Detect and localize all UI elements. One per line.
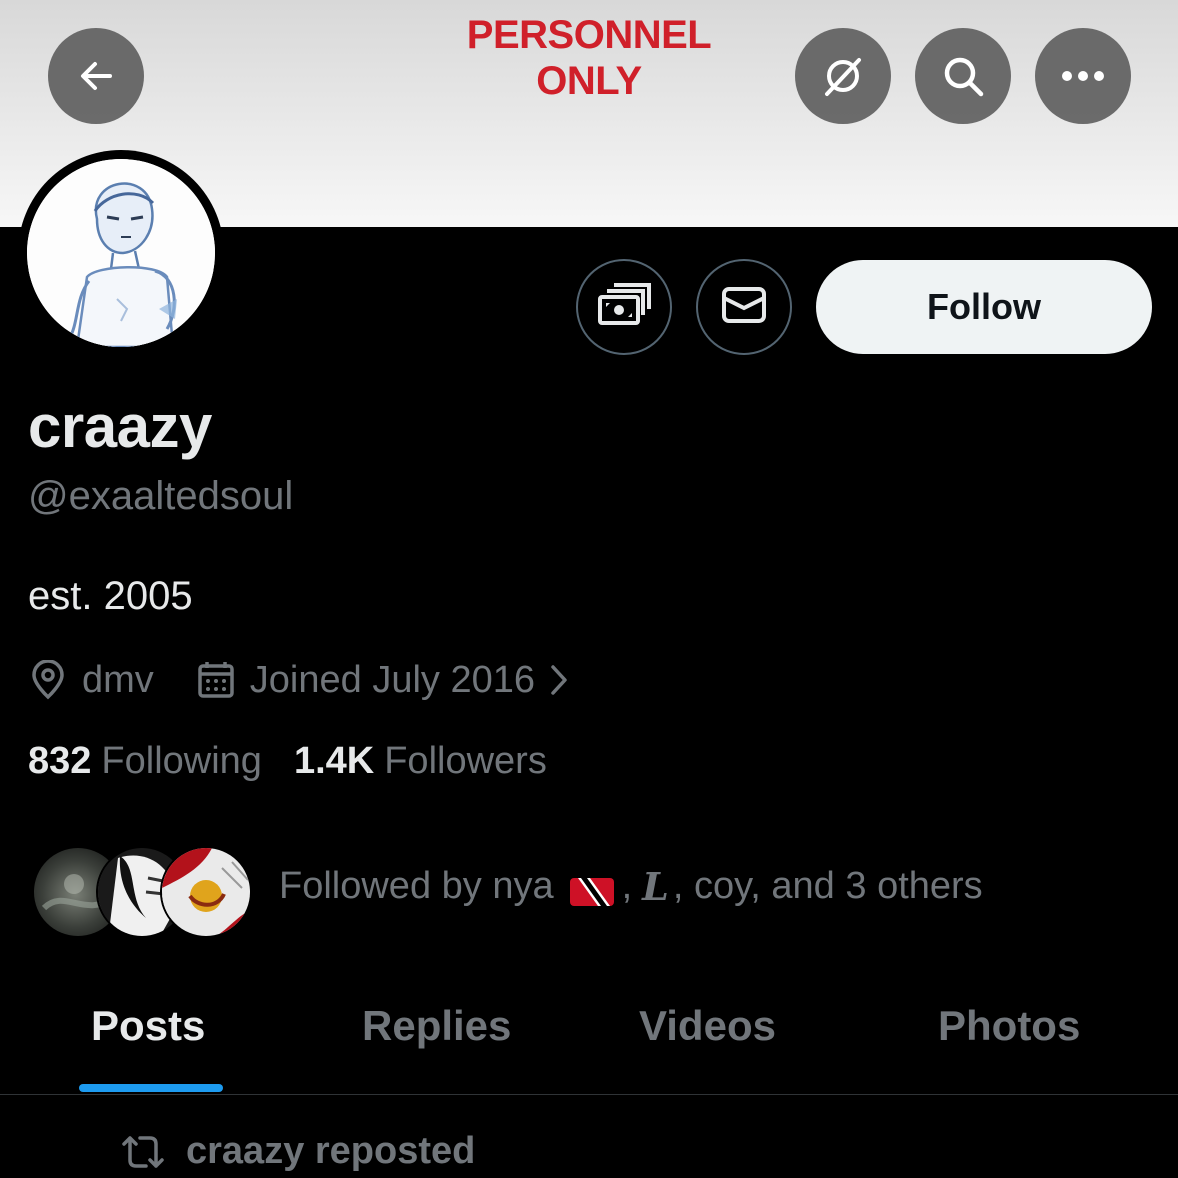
tip-button[interactable] [576, 259, 672, 355]
profile-handle: @exaaltedsoul [28, 474, 294, 518]
joined-date[interactable]: Joined July 2016 [250, 659, 535, 702]
search-button[interactable] [915, 28, 1011, 124]
followed-by-prefix: Followed by nya [279, 865, 554, 907]
profile-tabs: Posts Replies Videos Photos [0, 990, 1178, 1096]
profile-bio: est. 2005 [28, 574, 193, 618]
mutual-avatar [160, 846, 252, 938]
followed-by-second-name: L [642, 864, 669, 909]
tab-replies[interactable]: Replies [362, 1002, 511, 1050]
trinidad-flag-icon [569, 873, 614, 906]
tab-photos[interactable]: Photos [938, 1002, 1080, 1050]
following-link[interactable]: 832 Following [28, 740, 262, 783]
message-button[interactable] [696, 259, 792, 355]
followers-link[interactable]: 1.4K Followers [294, 740, 547, 783]
calendar-icon [196, 660, 236, 700]
more-icon [1060, 70, 1106, 82]
repost-label: craazy reposted [120, 1130, 475, 1173]
avatar-image [27, 159, 215, 347]
search-icon [939, 52, 987, 100]
mutual-followers-avatars[interactable] [32, 846, 252, 942]
following-count: 832 [28, 740, 92, 782]
following-label: Following [101, 740, 262, 782]
back-button[interactable] [48, 28, 144, 124]
grok-button[interactable] [795, 28, 891, 124]
money-icon [597, 282, 651, 332]
tab-posts[interactable]: Posts [91, 1002, 205, 1050]
followed-by-comma: , [621, 865, 633, 907]
grok-icon [819, 52, 867, 100]
tab-videos[interactable]: Videos [639, 1002, 776, 1050]
more-button[interactable] [1035, 28, 1131, 124]
profile-avatar[interactable] [18, 150, 224, 356]
chevron-right-icon[interactable] [549, 663, 569, 697]
location-text: dmv [82, 658, 154, 701]
arrow-left-icon [76, 56, 116, 96]
tabs-divider [0, 1094, 1178, 1095]
display-name: craazy [28, 393, 212, 460]
location-icon [28, 660, 68, 700]
followers-label: Followers [384, 740, 547, 782]
followed-by-text[interactable]: Followed by nya , L , coy, and 3 others [279, 864, 983, 909]
mail-icon [721, 286, 767, 329]
profile-page: PERSONNEL ONLY Follow craazy @exaaltedso… [0, 0, 1178, 1178]
repost-icon [120, 1134, 166, 1170]
profile-meta: dmv Joined July 2016 [28, 654, 569, 706]
active-tab-indicator [79, 1084, 223, 1092]
follow-button[interactable]: Follow [816, 260, 1152, 354]
repost-text[interactable]: craazy reposted [186, 1130, 475, 1173]
follow-stats: 832 Following 1.4K Followers [28, 740, 547, 783]
followed-by-suffix: , coy, and 3 others [672, 865, 983, 907]
followers-count: 1.4K [293, 740, 375, 782]
